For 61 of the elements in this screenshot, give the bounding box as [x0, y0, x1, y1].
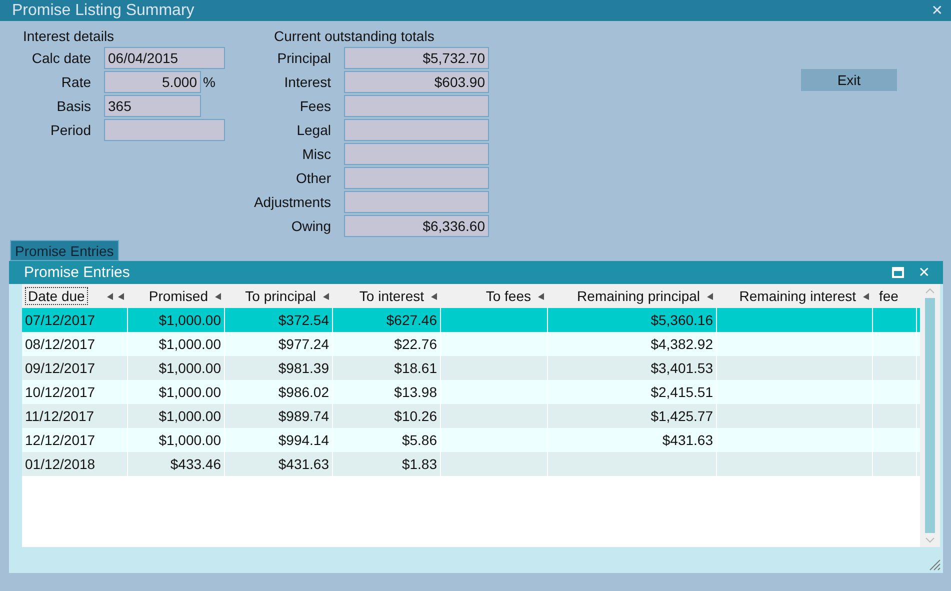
input-field[interactable]	[344, 167, 489, 189]
table-cell: $431.63	[225, 452, 333, 476]
input-field[interactable]: $603.90	[344, 71, 489, 93]
input-field[interactable]: 06/04/2015	[104, 47, 225, 69]
field-label: Fees	[298, 98, 332, 114]
section-heading: Current outstanding totals	[273, 27, 436, 45]
window-title: Promise Listing Summary	[12, 2, 194, 20]
input-field[interactable]: $5,732.70	[344, 47, 489, 69]
column-header[interactable]: To interest	[356, 287, 427, 305]
field-label: Rate	[60, 74, 92, 90]
field-label: Owing	[290, 218, 332, 234]
column-header[interactable]: Remaining principal	[574, 287, 703, 305]
sort-arrow-icon[interactable]	[322, 292, 330, 300]
maximize-icon[interactable]	[892, 266, 904, 278]
table-row[interactable]: 08/12/2017 $1,000.00 $977.24 $22.76 $4,382.92	[22, 332, 920, 356]
sort-arrow-icon[interactable]	[537, 292, 545, 300]
input-field[interactable]: 5.000	[104, 71, 201, 93]
scroll-thumb[interactable]	[925, 298, 935, 533]
table-cell: 01/12/2018	[22, 452, 128, 476]
close-button[interactable]: ✕	[931, 2, 943, 18]
field-label: Principal	[276, 50, 332, 66]
field-label: Period	[50, 122, 92, 138]
column-header[interactable]: Promised	[146, 287, 211, 305]
column-header[interactable]: To fees	[482, 287, 534, 305]
panel-title: Promise Entries	[24, 264, 131, 281]
table-row[interactable]: 12/12/2017 $1,000.00 $994.14 $5.86 $431.63	[22, 428, 920, 452]
resize-grip-icon[interactable]	[929, 559, 941, 571]
close-button[interactable]: ✕	[918, 264, 930, 280]
section-heading: Interest details	[22, 27, 116, 45]
sort-arrow-icon[interactable]	[706, 292, 714, 300]
scrollbar[interactable]	[920, 284, 940, 547]
field-label: Adjustments	[252, 194, 332, 210]
table-row[interactable]: 07/12/2017 $1,000.00 $372.54 $627.46 $5,360.16	[22, 308, 920, 332]
input-field[interactable]	[344, 95, 489, 117]
table-cell: $433.46	[128, 452, 225, 476]
table-row[interactable]: 10/12/2017 $1,000.00 $986.02 $13.98 $2,415.51	[22, 380, 920, 404]
input-field[interactable]	[344, 119, 489, 141]
input-field[interactable]	[344, 143, 489, 165]
field-label: Calc date	[30, 50, 92, 66]
table-cell: $1.83	[333, 452, 441, 476]
field-label: Basis	[56, 98, 92, 114]
input-field[interactable]	[104, 119, 225, 141]
input-field[interactable]	[344, 191, 489, 213]
column-header[interactable]: Remaining interest	[736, 287, 859, 305]
table-row[interactable]: 09/12/2017 $1,000.00 $981.39 $18.61 $3,401.53	[22, 356, 920, 380]
sort-arrow-icon[interactable]	[214, 292, 222, 300]
sort-arrow-icon[interactable]	[430, 292, 438, 300]
exit-button[interactable]: Exit	[801, 69, 897, 91]
column-header[interactable]: To principal	[242, 287, 319, 305]
field-label: Interest	[283, 74, 332, 90]
table-row[interactable]: 11/12/2017 $1,000.00 $989.74 $10.26 $1,425.77	[22, 404, 920, 428]
field-label: Other	[294, 170, 332, 186]
input-field[interactable]: 365	[104, 95, 201, 117]
sort-arrow-icon[interactable]	[862, 292, 870, 300]
field-label: Legal	[296, 122, 332, 138]
input-field[interactable]: $6,336.60	[344, 215, 489, 237]
column-header[interactable]: Date due	[25, 287, 88, 305]
column-header[interactable]: fee	[876, 287, 902, 305]
field-label: Misc	[301, 146, 332, 162]
table-row[interactable]: 01/12/2018 $433.46 $431.63 $1.83	[22, 452, 920, 476]
unit-label: %	[202, 74, 216, 90]
